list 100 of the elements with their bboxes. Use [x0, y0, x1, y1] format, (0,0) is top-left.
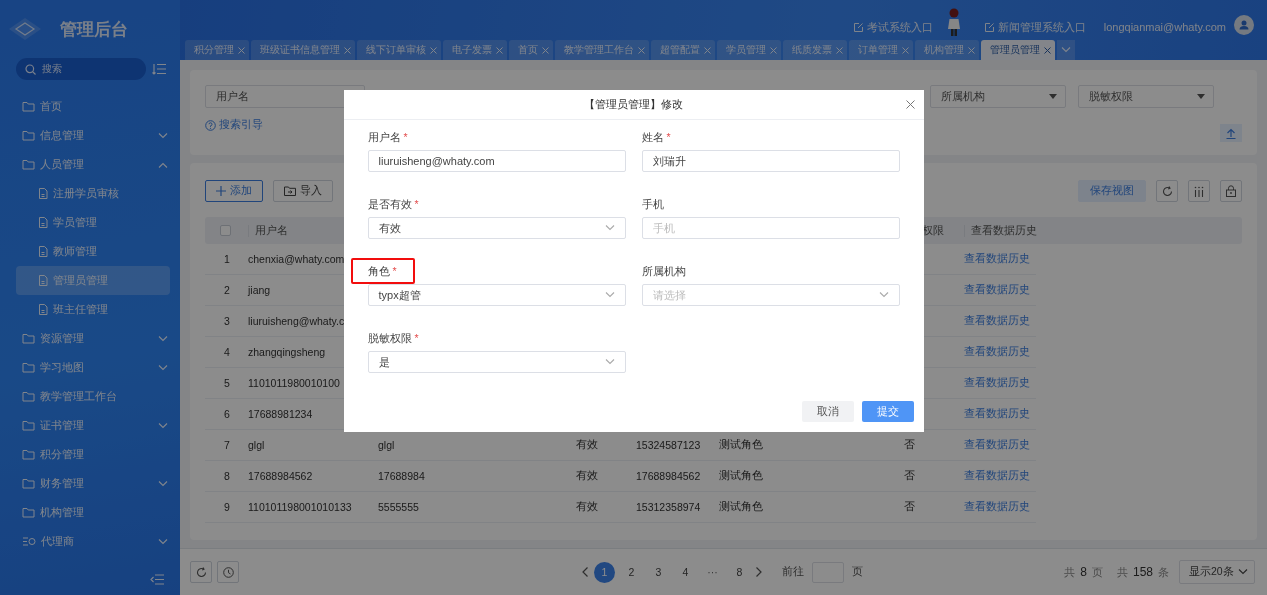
history-link[interactable]: 查看数据历史 — [964, 283, 1048, 297]
history-link[interactable]: 查看数据历史 — [964, 469, 1048, 483]
nav-item[interactable]: 首页 — [0, 92, 180, 121]
table-cell-text: glgl — [248, 439, 266, 451]
row-number: 9 — [223, 501, 231, 513]
nav-item[interactable]: 信息管理 — [0, 121, 180, 150]
page-button[interactable]: 1 — [594, 561, 615, 583]
chevron-left-icon[interactable] — [582, 567, 588, 577]
page-button[interactable]: 2 — [621, 561, 642, 583]
page-button[interactable]: 8 — [729, 561, 750, 583]
table-cell-text: 测试角色 — [719, 500, 764, 514]
page-button[interactable]: 4 — [675, 561, 696, 583]
refresh-button[interactable] — [190, 561, 212, 583]
table-cell-text: 否 — [904, 500, 916, 514]
more-pages-button[interactable]: ··· — [702, 561, 723, 583]
page-size-select[interactable]: 显示20条 — [1179, 560, 1255, 584]
nav-item[interactable]: 证书管理 — [0, 411, 180, 440]
file-icon — [38, 246, 48, 257]
refresh-icon — [195, 566, 207, 578]
select-field[interactable]: 请选择 — [641, 284, 900, 306]
folder-icon — [22, 159, 35, 170]
app-title: 管理后台 — [60, 18, 128, 41]
select-field[interactable]: 有效 — [367, 217, 626, 239]
text-input[interactable]: 刘瑞升 — [641, 150, 900, 172]
nav-item[interactable]: 机构管理 — [0, 498, 180, 527]
dialog-title: 【管理员管理】修改 — [584, 97, 683, 112]
history-link[interactable]: 查看数据历史 — [964, 500, 1048, 514]
clock-icon — [222, 566, 234, 578]
nav-item[interactable]: 积分管理 — [0, 440, 180, 469]
history-button[interactable] — [217, 561, 239, 583]
file-icon — [38, 217, 48, 228]
add-button[interactable]: 添加 — [205, 180, 263, 202]
caret-down-icon — [1049, 94, 1057, 99]
history-link[interactable]: 查看数据历史 — [964, 314, 1048, 328]
collapse-button[interactable] — [1220, 124, 1242, 142]
refresh-button[interactable] — [1156, 180, 1178, 202]
history-link[interactable]: 查看数据历史 — [964, 345, 1048, 359]
close-icon[interactable] — [1044, 46, 1051, 54]
nav-item[interactable]: 学员管理 — [0, 208, 180, 237]
chevron-down-icon — [604, 359, 615, 365]
text-input[interactable]: liuruisheng@whaty.com — [367, 150, 626, 172]
row-number: 2 — [223, 284, 231, 296]
lock-button[interactable] — [1220, 180, 1242, 202]
table-cell-text: 1101011980010100 — [248, 377, 341, 389]
select-field[interactable]: 是 — [367, 351, 626, 373]
table-cell-text: liuruisheng@whaty.c — [248, 315, 346, 327]
import-button[interactable]: 导入 — [273, 180, 333, 202]
folder-icon — [22, 420, 35, 431]
close-icon[interactable] — [905, 100, 915, 109]
cancel-button[interactable]: 取消 — [801, 401, 854, 422]
nav-item[interactable]: 学习地图 — [0, 353, 180, 382]
field-label: 手机 — [641, 198, 665, 211]
user-email: longqianmai@whaty.com — [1103, 20, 1226, 35]
chevron-down-icon — [878, 292, 889, 298]
save-view-button[interactable]: 保存视图 — [1078, 180, 1146, 202]
search-guide-link[interactable]: 搜索引导 — [205, 118, 263, 132]
history-link[interactable]: 查看数据历史 — [964, 252, 1048, 266]
search-field[interactable]: 搜索 — [16, 58, 146, 80]
columns-button[interactable] — [1188, 180, 1210, 202]
table-cell-text: 17688984562 — [248, 470, 314, 482]
list-icon[interactable] — [152, 63, 166, 75]
avatar-icon[interactable] — [1234, 15, 1254, 35]
file-icon — [38, 304, 48, 315]
table-cell-text: 17688981234 — [248, 408, 314, 420]
columns-icon — [1194, 185, 1204, 197]
page-button[interactable]: 3 — [648, 561, 669, 583]
table-cell-text: 110101198001010133 — [248, 501, 353, 513]
row-number: 5 — [223, 377, 231, 389]
chevron-down-icon — [604, 225, 615, 231]
table-cell-text: 有效 — [576, 500, 599, 514]
caret-down-icon — [1197, 94, 1205, 99]
filter-select[interactable]: 脱敏权限 — [1078, 85, 1214, 108]
nav-item[interactable]: 教学管理工作台 — [0, 382, 180, 411]
chevron-down-icon — [1061, 47, 1071, 53]
chevron-right-icon[interactable] — [756, 567, 762, 577]
nav-item[interactable]: 代理商 — [0, 527, 180, 556]
table-cell-text: 有效 — [576, 438, 599, 452]
table-cell-text: 15324587123 — [636, 439, 702, 451]
nav-item[interactable]: 班主任管理 — [0, 295, 180, 324]
history-link[interactable]: 查看数据历史 — [964, 407, 1048, 421]
filter-select[interactable]: 所属机构 — [930, 85, 1066, 108]
header-link[interactable]: 考试系统入口 — [853, 19, 933, 35]
text-input[interactable]: 手机 — [641, 217, 900, 239]
field-label: 所属机构 — [641, 265, 687, 278]
table-cell-text: 测试角色 — [719, 438, 764, 452]
history-link[interactable]: 查看数据历史 — [964, 438, 1048, 452]
nav-item[interactable]: 财务管理 — [0, 469, 180, 498]
checkbox[interactable] — [220, 225, 231, 236]
nav-item[interactable]: 教师管理 — [0, 237, 180, 266]
nav-item[interactable]: 注册学员审核 — [0, 179, 180, 208]
submit-button[interactable]: 提交 — [861, 401, 914, 422]
table-cell-text: 17688984562 — [636, 470, 702, 482]
history-link[interactable]: 查看数据历史 — [964, 376, 1048, 390]
nav-item[interactable]: 资源管理 — [0, 324, 180, 353]
tab[interactable]: 管理员管理 — [981, 40, 1055, 60]
nav-item[interactable]: 人员管理 — [0, 150, 180, 179]
folder-icon — [284, 186, 296, 196]
select-field[interactable]: typx超管 — [367, 284, 626, 306]
header-link[interactable]: 新闻管理系统入口 — [984, 19, 1086, 35]
collapse-icon[interactable] — [150, 574, 164, 585]
